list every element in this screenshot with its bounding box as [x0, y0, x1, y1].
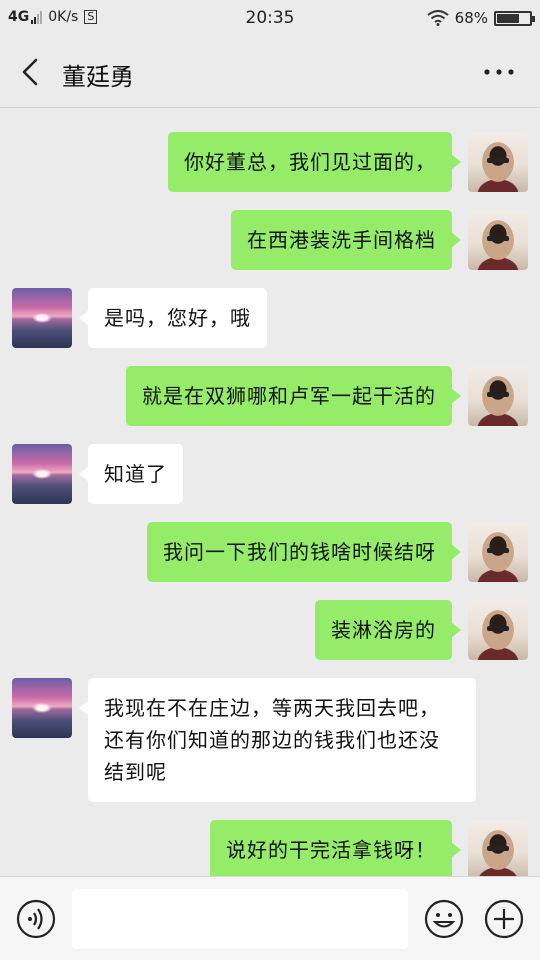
message-row: 在西港装洗手间格档	[0, 210, 540, 272]
message-input[interactable]	[72, 889, 408, 949]
contact-avatar[interactable]	[12, 678, 72, 738]
message-list[interactable]: 你好董总，我们见过面的， 在西港装洗手间格档 是吗，您好，哦 就是在双狮哪和卢军…	[0, 108, 540, 876]
contact-name[interactable]: 董廷勇	[62, 57, 134, 92]
chevron-left-icon[interactable]	[18, 58, 44, 86]
message-row: 说好的干完活拿钱呀！	[0, 820, 540, 876]
message-row: 就是在双狮哪和卢军一起干活的	[0, 366, 540, 428]
battery-fill	[497, 13, 519, 23]
message-row: 我现在不在庄边，等两天我回去吧，还有你们知道的那边的钱我们也还没结到呢	[0, 678, 540, 804]
my-avatar[interactable]	[468, 600, 528, 660]
message-bubble[interactable]: 装淋浴房的	[315, 600, 461, 660]
battery-percent: 68%	[454, 9, 488, 27]
message-bubble[interactable]: 我问一下我们的钱啥时候结呀	[147, 522, 461, 582]
wifi-icon	[427, 10, 449, 26]
message-bubble[interactable]: 你好董总，我们见过面的，	[168, 132, 461, 192]
my-avatar[interactable]	[468, 522, 528, 582]
my-avatar[interactable]	[468, 820, 528, 876]
plus-icon[interactable]	[484, 899, 524, 939]
message-bubble[interactable]: 在西港装洗手间格档	[231, 210, 461, 270]
my-avatar[interactable]	[468, 132, 528, 192]
message-row: 装淋浴房的	[0, 600, 540, 662]
contact-avatar[interactable]	[12, 444, 72, 504]
message-row: 我问一下我们的钱啥时候结呀	[0, 522, 540, 584]
emoji-icon[interactable]	[424, 899, 464, 939]
message-bubble[interactable]: 是吗，您好，哦	[79, 288, 267, 348]
message-row: 知道了	[0, 444, 540, 506]
message-row: 你好董总，我们见过面的，	[0, 132, 540, 194]
message-bubble[interactable]: 知道了	[79, 444, 183, 504]
input-bar	[0, 876, 540, 960]
chat-header: 董廷勇	[0, 36, 540, 108]
battery-icon	[494, 10, 535, 26]
more-dots-icon[interactable]	[484, 69, 514, 75]
my-avatar[interactable]	[468, 210, 528, 270]
message-bubble[interactable]: 说好的干完活拿钱呀！	[210, 820, 461, 876]
status-bar: 4G 0K/s S 20:35 68%	[0, 0, 540, 36]
message-bubble[interactable]: 我现在不在庄边，等两天我回去吧，还有你们知道的那边的钱我们也还没结到呢	[79, 678, 476, 802]
voice-icon[interactable]	[16, 899, 56, 939]
status-right: 68%	[427, 9, 535, 27]
contact-avatar[interactable]	[12, 288, 72, 348]
my-avatar[interactable]	[468, 366, 528, 426]
message-row: 是吗，您好，哦	[0, 288, 540, 350]
message-bubble[interactable]: 就是在双狮哪和卢军一起干活的	[126, 366, 461, 426]
